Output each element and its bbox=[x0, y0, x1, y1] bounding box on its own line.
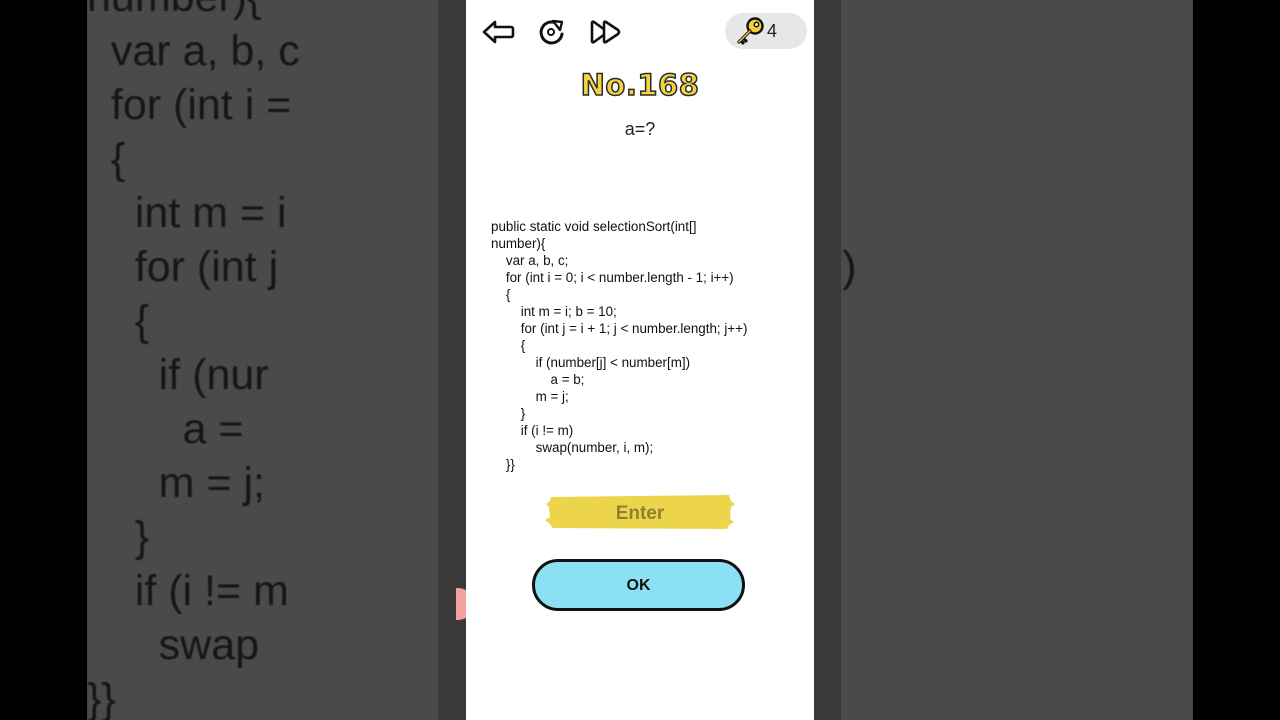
back-arrow-icon bbox=[482, 20, 515, 44]
key-count: 4 bbox=[767, 21, 778, 41]
restart-button[interactable] bbox=[534, 17, 570, 47]
background-shadow-right bbox=[814, 0, 841, 720]
skip-button[interactable] bbox=[588, 17, 624, 47]
ok-button[interactable]: OK bbox=[532, 559, 745, 611]
question-text: a=? bbox=[624, 119, 656, 139]
answer-input[interactable]: Enter bbox=[545, 494, 735, 530]
back-button[interactable] bbox=[480, 17, 516, 47]
background-left-panel: number){ var a, b, c for (int i = { int … bbox=[87, 0, 438, 720]
level-title: No.168 bbox=[580, 67, 700, 103]
background-code-left: number){ var a, b, c for (int i = { int … bbox=[87, 0, 300, 720]
ok-label: OK bbox=[626, 577, 651, 594]
key-icon bbox=[737, 17, 764, 45]
enter-label: Enter bbox=[615, 503, 665, 524]
skip-forward-icon bbox=[590, 20, 621, 44]
game-screen: 4 No.168 a=? public static void selectio… bbox=[466, 0, 814, 720]
background-code-right: number){ var a, b, c; for (int i = 0; i … bbox=[841, 243, 857, 291]
background-right-panel: number){ var a, b, c; for (int i = 0; i … bbox=[841, 0, 1193, 720]
restart-icon bbox=[539, 19, 564, 45]
hint-keys-counter[interactable]: 4 bbox=[725, 13, 807, 49]
code-snippet: public static void selectionSort(int[] n… bbox=[491, 219, 748, 472]
